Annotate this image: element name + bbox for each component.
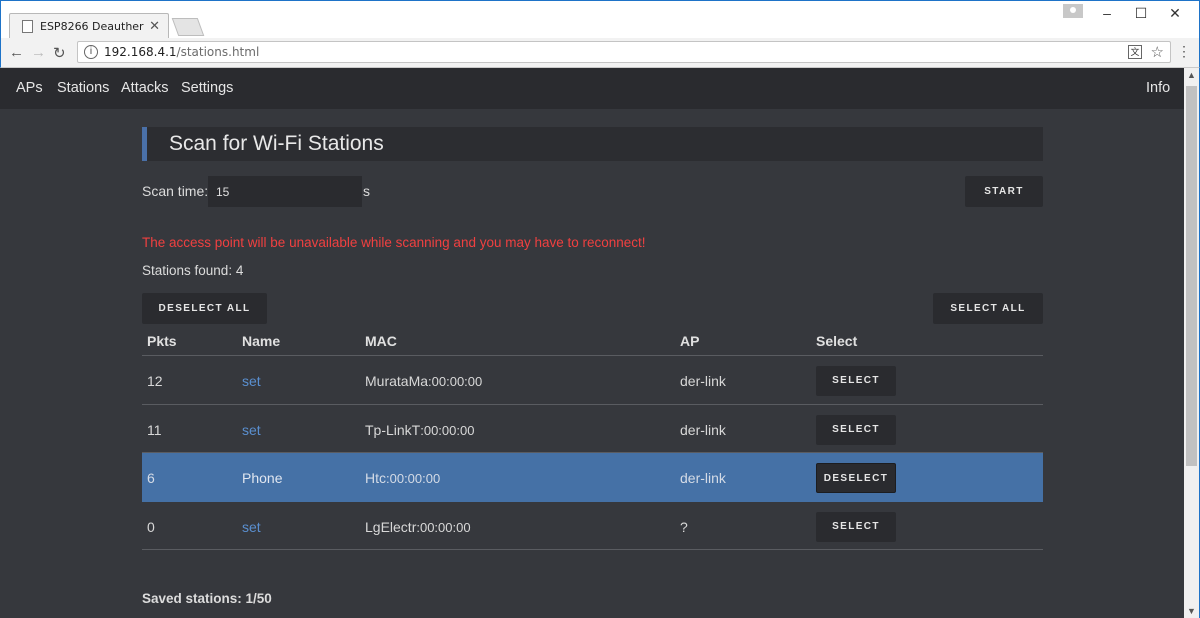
header-pkts: Pkts bbox=[147, 333, 177, 349]
start-scan-button[interactable]: START bbox=[965, 176, 1043, 207]
browser-tab[interactable]: ESP8266 Deauther ✕ bbox=[9, 13, 169, 39]
ap-cell: ? bbox=[680, 518, 688, 535]
page-title: Scan for Wi-Fi Stations bbox=[169, 132, 384, 155]
table-row-selected: 6 Phone Htc:00:00:00 der-link DESELECT bbox=[142, 453, 1043, 502]
saved-stations-count: Saved stations: 1/50 bbox=[142, 591, 272, 606]
select-button[interactable]: SELECT bbox=[816, 511, 896, 542]
ap-cell: der-link bbox=[680, 470, 726, 486]
select-all-button[interactable]: SELECT ALL bbox=[933, 293, 1043, 324]
maximize-button[interactable]: ☐ bbox=[1127, 5, 1155, 22]
scan-warning: The access point will be unavailable whi… bbox=[142, 235, 646, 250]
tab-close-icon[interactable]: ✕ bbox=[149, 18, 160, 34]
scan-time-label: Scan time: bbox=[142, 183, 209, 199]
page-icon bbox=[22, 20, 33, 33]
pkts-cell: 11 bbox=[147, 421, 162, 438]
deselect-button[interactable]: DESELECT bbox=[816, 463, 896, 493]
app-navbar: APs Stations Attacks Settings Info bbox=[0, 68, 1184, 109]
pkts-cell: 12 bbox=[147, 373, 163, 389]
scan-time-input[interactable] bbox=[208, 176, 362, 207]
select-button[interactable]: SELECT bbox=[816, 414, 896, 445]
scan-time-unit: s bbox=[363, 183, 370, 199]
nav-link-stations[interactable]: Stations bbox=[57, 80, 109, 96]
new-tab-button[interactable] bbox=[171, 18, 205, 36]
page-scrollbar[interactable]: ▲ ▼ bbox=[1184, 68, 1200, 618]
scrollbar-thumb[interactable] bbox=[1186, 86, 1197, 466]
info-icon[interactable]: i bbox=[84, 45, 98, 59]
address-bar[interactable]: i 192.168.4.1/stations.html 文 ☆ bbox=[77, 41, 1171, 63]
translate-icon[interactable]: 文 bbox=[1128, 45, 1142, 59]
table-row: 0 set LgElectr:00:00:00 ? SELECT bbox=[142, 502, 1043, 550]
scroll-down-icon[interactable]: ▼ bbox=[1187, 606, 1196, 616]
nav-link-aps[interactable]: APs bbox=[16, 80, 43, 96]
stations-table: Pkts Name MAC AP Select 12 set MurataMa:… bbox=[142, 325, 1043, 550]
forward-arrow-icon[interactable]: → bbox=[31, 44, 46, 61]
name-set-link[interactable]: set bbox=[242, 373, 261, 389]
url-text[interactable]: 192.168.4.1/stations.html bbox=[104, 45, 259, 59]
stations-found-count: Stations found: 4 bbox=[142, 263, 244, 278]
back-arrow-icon[interactable]: ← bbox=[9, 44, 24, 61]
browser-toolbar: ← → ↻ i 192.168.4.1/stations.html 文 ☆ ⋮ bbox=[0, 38, 1200, 68]
scroll-up-icon[interactable]: ▲ bbox=[1187, 70, 1196, 80]
nav-link-settings[interactable]: Settings bbox=[181, 80, 233, 96]
header-ap: AP bbox=[680, 333, 700, 349]
pkts-cell: 0 bbox=[147, 518, 155, 535]
pkts-cell: 6 bbox=[147, 470, 155, 486]
table-row: 12 set MurataMa:00:00:00 der-link SELECT bbox=[142, 356, 1043, 405]
ap-cell: der-link bbox=[680, 373, 726, 389]
mac-cell: Htc:00:00:00 bbox=[365, 470, 441, 486]
nav-link-attacks[interactable]: Attacks bbox=[121, 80, 169, 96]
name-cell[interactable]: Phone bbox=[242, 470, 282, 486]
bookmark-star-icon[interactable]: ☆ bbox=[1151, 43, 1164, 61]
user-profile-icon[interactable] bbox=[1063, 4, 1083, 18]
browser-titlebar: ESP8266 Deauther ✕ – ☐ ✕ bbox=[0, 0, 1200, 39]
header-mac: MAC bbox=[365, 333, 397, 349]
deselect-all-button[interactable]: DESELECT ALL bbox=[142, 293, 267, 324]
nav-link-info[interactable]: Info bbox=[1146, 80, 1170, 96]
header-name: Name bbox=[242, 333, 281, 349]
ap-cell: der-link bbox=[680, 421, 726, 438]
mac-cell: Tp-LinkT:00:00:00 bbox=[365, 421, 475, 438]
header-select: Select bbox=[816, 333, 858, 349]
reload-icon[interactable]: ↻ bbox=[53, 44, 66, 62]
table-header: Pkts Name MAC AP Select bbox=[142, 325, 1043, 356]
mac-cell: LgElectr:00:00:00 bbox=[365, 518, 471, 535]
select-button[interactable]: SELECT bbox=[816, 366, 896, 396]
browser-menu-icon[interactable]: ⋮ bbox=[1177, 43, 1191, 60]
page-heading: Scan for Wi-Fi Stations bbox=[142, 127, 1043, 161]
mac-cell: MurataMa:00:00:00 bbox=[365, 373, 483, 389]
tab-title: ESP8266 Deauther bbox=[40, 20, 144, 33]
minimize-button[interactable]: – bbox=[1093, 5, 1121, 21]
name-set-link[interactable]: set bbox=[242, 422, 261, 438]
close-window-button[interactable]: ✕ bbox=[1161, 5, 1189, 22]
name-set-link[interactable]: set bbox=[242, 519, 261, 535]
table-row: 11 set Tp-LinkT:00:00:00 der-link SELECT bbox=[142, 405, 1043, 453]
